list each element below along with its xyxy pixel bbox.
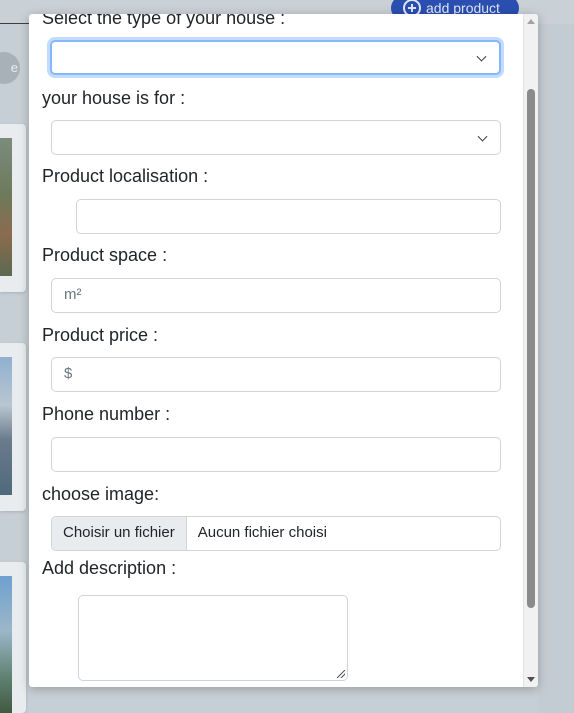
price-placeholder: $ xyxy=(64,365,73,382)
chevron-down-icon xyxy=(477,131,488,142)
space-input[interactable]: m² xyxy=(51,278,501,313)
house-for-label: your house is for : xyxy=(42,88,186,108)
modal-scrollbar[interactable] xyxy=(523,14,538,687)
phone-input[interactable] xyxy=(51,437,501,472)
product-card[interactable] xyxy=(0,562,26,713)
description-label: Add description : xyxy=(42,558,177,578)
choose-file-button[interactable]: Choisir un fichier xyxy=(52,517,187,550)
space-label: Product space : xyxy=(42,245,168,265)
image-file-input[interactable]: Choisir un fichier Aucun fichier choisi xyxy=(51,516,501,551)
house-image xyxy=(0,576,12,713)
scroll-up-arrow-icon[interactable] xyxy=(527,19,535,24)
house-type-select[interactable] xyxy=(50,40,501,75)
phone-label: Phone number : xyxy=(42,404,171,424)
modal-form: Select the type of your house : your hou… xyxy=(29,14,523,687)
background-divider xyxy=(0,23,30,24)
house-type-label: Select the type of your house : xyxy=(42,14,286,28)
scrollbar-thumb[interactable] xyxy=(527,89,535,608)
house-for-select[interactable] xyxy=(51,120,501,155)
price-label: Product price : xyxy=(42,325,159,345)
file-status-text: Aucun fichier choisi xyxy=(197,524,327,541)
localisation-input[interactable] xyxy=(76,199,501,234)
space-placeholder: m² xyxy=(64,286,82,303)
background-side xyxy=(538,24,574,713)
house-image xyxy=(0,357,12,495)
localisation-label: Product localisation : xyxy=(42,166,209,186)
resize-handle[interactable] xyxy=(337,670,345,678)
price-input[interactable]: $ xyxy=(51,357,501,392)
product-card[interactable] xyxy=(0,124,26,292)
description-textarea[interactable] xyxy=(78,595,348,681)
add-product-modal: Select the type of your house : your hou… xyxy=(29,14,538,687)
product-card[interactable] xyxy=(0,343,26,511)
image-label: choose image: xyxy=(42,484,160,504)
avatar-letter: e xyxy=(10,60,18,75)
background-avatar-button[interactable]: e xyxy=(0,52,20,84)
chevron-down-icon xyxy=(476,51,487,62)
house-image xyxy=(0,138,12,276)
scroll-down-arrow-icon[interactable] xyxy=(527,677,535,682)
